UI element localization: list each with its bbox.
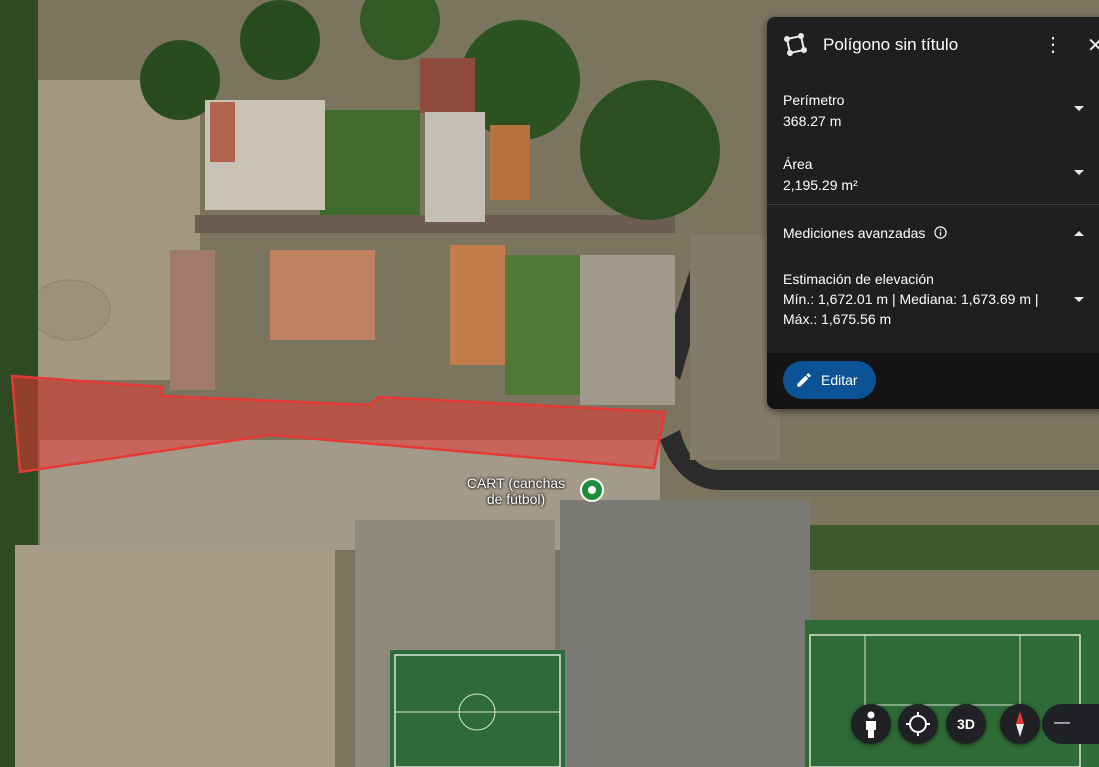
compass-button[interactable] — [1000, 704, 1040, 744]
zoom-out-button[interactable]: — — [1054, 714, 1070, 732]
chevron-down-icon[interactable] — [1074, 106, 1084, 111]
more-options-icon[interactable]: ⋮ — [1043, 35, 1063, 55]
person-icon — [866, 711, 876, 738]
place-label-line-2: de fútbol) — [486, 491, 546, 507]
edit-button[interactable]: Editar — [783, 361, 876, 399]
area-label: Área — [783, 156, 813, 172]
panel-footer: Editar — [767, 353, 1099, 409]
pencil-icon — [797, 373, 811, 387]
view-3d-label: 3D — [957, 716, 975, 732]
chevron-down-icon[interactable] — [1074, 170, 1084, 175]
advanced-measurements-header[interactable]: Mediciones avanzadas — [783, 225, 1099, 243]
elevation-section[interactable]: Estimación de elevación Mín.: 1,672.01 m… — [783, 271, 1099, 327]
elevation-values-line-2: Máx.: 1,675.56 m — [783, 311, 892, 327]
info-icon[interactable] — [934, 226, 947, 239]
perimeter-section[interactable]: Perímetro 368.27 m — [783, 92, 1099, 129]
elevation-values-line-1: Mín.: 1,672.01 m | Mediana: 1,673.69 m | — [783, 291, 1039, 307]
place-label-line-1: CART (canchas — [466, 475, 566, 491]
edit-label: Editar — [821, 372, 858, 388]
pegman-button[interactable] — [851, 704, 891, 744]
area-value: 2,195.29 m² — [783, 177, 858, 193]
compass-icon — [1016, 711, 1024, 737]
elevation-label: Estimación de elevación — [783, 271, 934, 287]
panel-title: Polígono sin título — [823, 35, 959, 54]
advanced-label: Mediciones avanzadas — [783, 225, 926, 241]
panel-header: Polígono sin título ⋮ ✕ — [767, 17, 1099, 73]
my-location-button[interactable] — [898, 704, 938, 744]
perimeter-label: Perímetro — [783, 92, 845, 108]
area-section[interactable]: Área 2,195.29 m² — [783, 156, 1099, 193]
close-icon[interactable]: ✕ — [1087, 33, 1099, 58]
polygon-icon — [784, 33, 807, 56]
place-label[interactable]: CART (canchas de fútbol) — [452, 475, 580, 507]
measurement-panel: Polígono sin título ⋮ ✕ Perímetro 368.27… — [767, 17, 1099, 409]
chevron-up-icon[interactable] — [1074, 231, 1084, 236]
view-3d-button[interactable]: 3D — [946, 704, 986, 744]
chevron-down-icon[interactable] — [1074, 297, 1084, 302]
perimeter-value: 368.27 m — [783, 113, 842, 129]
crosshair-icon — [906, 712, 930, 736]
divider — [767, 204, 1099, 205]
zoom-control[interactable]: — — [1042, 704, 1099, 744]
